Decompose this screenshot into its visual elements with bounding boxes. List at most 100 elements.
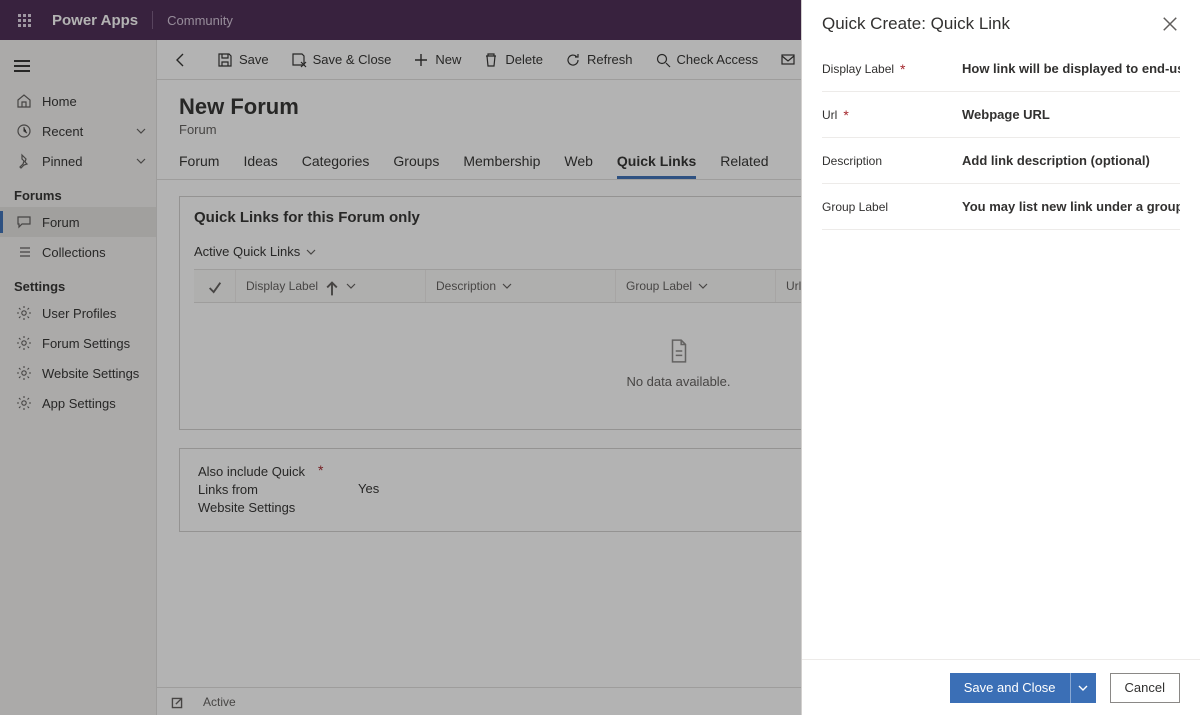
field-label: Description <box>822 154 882 168</box>
empty-text: No data available. <box>626 374 730 389</box>
tab-membership[interactable]: Membership <box>463 153 540 179</box>
column-description[interactable]: Description <box>426 270 616 302</box>
left-nav: Home Recent Pinned Forums Forum <box>0 40 157 715</box>
cancel-button[interactable]: Cancel <box>1110 673 1180 703</box>
panel-form: Display Label * Url * Description Group … <box>802 46 1200 659</box>
command-label: Refresh <box>587 52 633 67</box>
check-icon <box>207 280 223 292</box>
search-icon <box>655 52 671 68</box>
save-and-close-menu[interactable] <box>1070 673 1096 703</box>
trash-icon <box>483 52 499 68</box>
save-and-close-button[interactable]: Save and Close <box>950 673 1070 703</box>
list-icon <box>16 244 32 260</box>
nav-app-settings[interactable]: App Settings <box>0 388 156 418</box>
command-label: Save & Close <box>313 52 392 67</box>
required-indicator: * <box>843 108 848 122</box>
chevron-down-icon <box>698 281 708 291</box>
panel-footer: Save and Close Cancel <box>802 659 1200 715</box>
nav-collections[interactable]: Collections <box>0 237 156 267</box>
nav-recent[interactable]: Recent <box>0 116 156 146</box>
command-label: Delete <box>505 52 543 67</box>
clock-icon <box>16 123 32 139</box>
file-icon <box>666 338 692 364</box>
save-close-icon <box>291 52 307 68</box>
plus-icon <box>413 52 429 68</box>
close-icon <box>1160 14 1180 34</box>
column-label: Description <box>436 279 496 293</box>
nav-pinned[interactable]: Pinned <box>0 146 156 176</box>
home-icon <box>16 93 32 109</box>
save-close-button[interactable]: Save & Close <box>281 44 402 76</box>
column-label: Display Label <box>246 279 318 293</box>
quick-create-panel: Quick Create: Quick Link Display Label *… <box>801 0 1200 715</box>
new-button[interactable]: New <box>403 44 471 76</box>
nav-label: App Settings <box>42 396 116 411</box>
field-label: Group Label <box>822 200 888 214</box>
waffle-icon <box>18 14 31 27</box>
select-all-column[interactable] <box>194 270 236 302</box>
description-input[interactable] <box>962 147 1180 174</box>
tab-related[interactable]: Related <box>720 153 768 179</box>
nav-forum-settings[interactable]: Forum Settings <box>0 328 156 358</box>
check-access-button[interactable]: Check Access <box>645 44 769 76</box>
delete-button[interactable]: Delete <box>473 44 553 76</box>
nav-user-profiles[interactable]: User Profiles <box>0 298 156 328</box>
tab-quick-links[interactable]: Quick Links <box>617 153 696 179</box>
nav-collapse-button[interactable] <box>0 46 156 86</box>
save-button[interactable]: Save <box>207 44 279 76</box>
column-label: Group Label <box>626 279 692 293</box>
tab-ideas[interactable]: Ideas <box>243 153 277 179</box>
chevron-down-icon <box>502 281 512 291</box>
refresh-icon <box>565 52 581 68</box>
chevron-down-icon <box>136 156 146 166</box>
status-text: Active <box>203 695 236 709</box>
column-group-label[interactable]: Group Label <box>616 270 776 302</box>
app-name-label: Power Apps <box>52 12 138 29</box>
field-url: Url * <box>822 92 1180 138</box>
display-label-input[interactable] <box>962 55 1180 82</box>
nav-label: Home <box>42 94 77 109</box>
field-value[interactable]: Yes <box>358 463 379 496</box>
app-launcher-button[interactable] <box>8 4 40 36</box>
tab-categories[interactable]: Categories <box>302 153 370 179</box>
field-label: Also include Quick Links from Website Se… <box>198 463 308 517</box>
nav-label: Recent <box>42 124 83 139</box>
tab-groups[interactable]: Groups <box>393 153 439 179</box>
group-label-input[interactable] <box>962 193 1180 220</box>
command-label: Save <box>239 52 269 67</box>
chevron-down-icon <box>346 281 356 291</box>
view-name-label: Active Quick Links <box>194 244 300 259</box>
nav-section-settings: Settings <box>0 267 156 298</box>
nav-section-forums: Forums <box>0 176 156 207</box>
back-button[interactable] <box>165 44 197 76</box>
nav-label: Pinned <box>42 154 82 169</box>
nav-forum[interactable]: Forum <box>0 207 156 237</box>
environment-name-label: Community <box>167 13 233 28</box>
tab-web[interactable]: Web <box>564 153 593 179</box>
popout-icon[interactable] <box>169 695 185 709</box>
sort-asc-icon <box>324 281 340 291</box>
nav-label: User Profiles <box>42 306 116 321</box>
gear-icon <box>16 365 32 381</box>
hamburger-icon <box>14 65 30 67</box>
close-button[interactable] <box>1160 14 1180 34</box>
chat-icon <box>16 214 32 230</box>
chevron-down-icon <box>1078 683 1088 693</box>
app-separator <box>152 11 153 29</box>
save-icon <box>217 52 233 68</box>
save-and-close-splitbutton: Save and Close <box>950 673 1096 703</box>
column-display-label[interactable]: Display Label <box>236 270 426 302</box>
tab-forum[interactable]: Forum <box>179 153 219 179</box>
refresh-button[interactable]: Refresh <box>555 44 643 76</box>
gear-icon <box>16 335 32 351</box>
nav-home[interactable]: Home <box>0 86 156 116</box>
panel-title: Quick Create: Quick Link <box>822 14 1010 34</box>
nav-website-settings[interactable]: Website Settings <box>0 358 156 388</box>
panel-header: Quick Create: Quick Link <box>802 0 1200 46</box>
back-arrow-icon <box>173 52 189 68</box>
nav-label: Forum <box>42 215 80 230</box>
field-description: Description <box>822 138 1180 184</box>
chevron-down-icon <box>136 126 146 136</box>
url-input[interactable] <box>962 101 1180 128</box>
mail-icon <box>780 52 796 68</box>
